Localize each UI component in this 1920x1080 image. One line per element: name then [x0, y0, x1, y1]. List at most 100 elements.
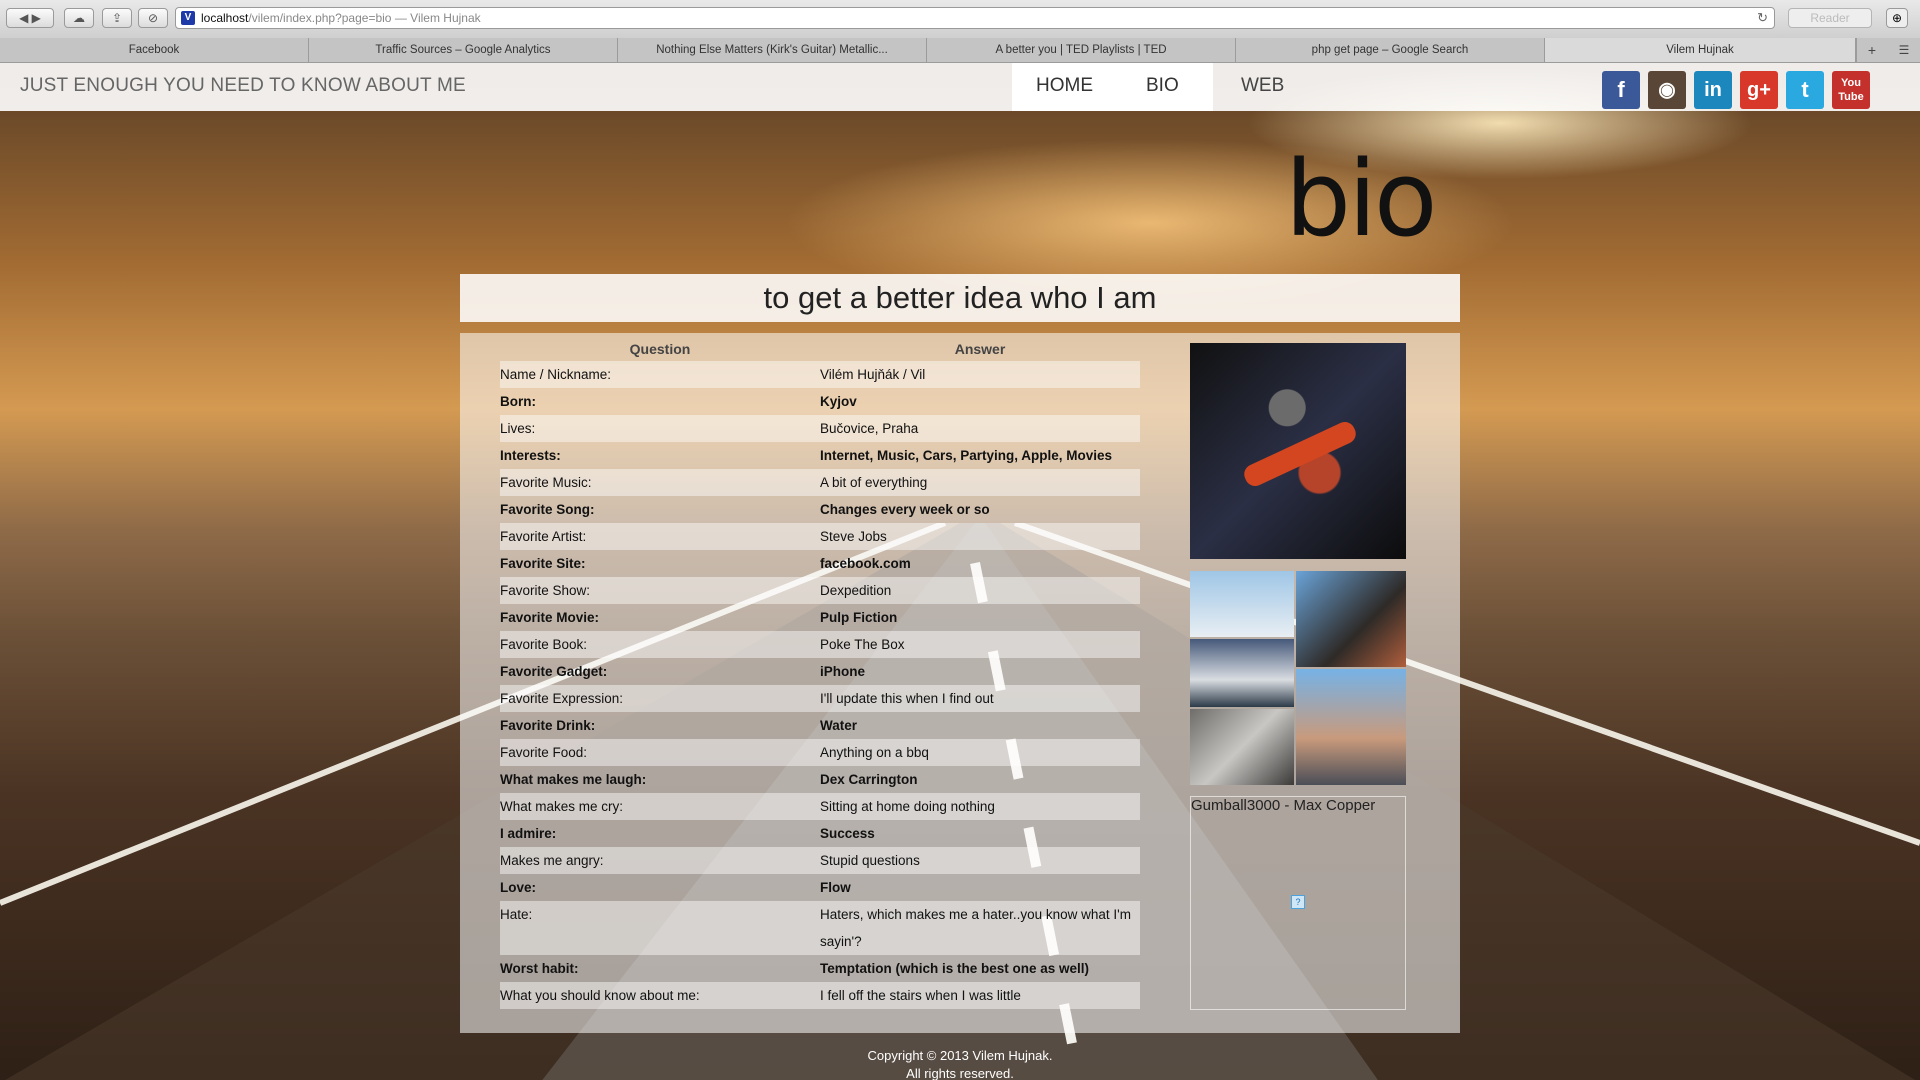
profile-photo[interactable]: [1190, 343, 1406, 559]
answer-cell: Internet, Music, Cars, Partying, Apple, …: [820, 448, 1113, 463]
browser-toolbar: ◀ ▶ ☁ ⇪ ⊘ V localhost/vilem/index.php?pa…: [0, 0, 1920, 39]
table-row: Favorite Music: A bit of everything: [500, 469, 1140, 496]
table-row: Favorite Site: facebook.com: [500, 550, 1140, 577]
answer-cell: Pulp Fiction: [820, 610, 898, 625]
question-cell: Born:: [500, 394, 536, 409]
rights-text: All rights reserved.: [906, 1066, 1014, 1080]
tab-metallica[interactable]: Nothing Else Matters (Kirk's Guitar) Met…: [618, 38, 927, 62]
instagram-icon[interactable]: ◉: [1648, 71, 1686, 109]
question-cell: Favorite Site:: [500, 556, 586, 571]
table-row: Worst habit: Temptation (which is the bes…: [500, 955, 1140, 982]
table-row: Makes me angry: Stupid questions: [500, 847, 1140, 874]
reload-icon[interactable]: ↻: [1757, 8, 1768, 28]
table-row: Interests: Internet, Music, Cars, Partyin…: [500, 442, 1140, 469]
tab-bar: Facebook Traffic Sources – Google Analyt…: [0, 38, 1920, 63]
tab-ted[interactable]: A better you | TED Playlists | TED: [927, 38, 1236, 62]
new-tab-button[interactable]: +: [1856, 38, 1887, 62]
tab-google-search[interactable]: php get page – Google Search: [1236, 38, 1545, 62]
youtube-icon[interactable]: You Tube: [1832, 71, 1870, 109]
question-cell: Hate:: [500, 901, 820, 955]
answer-cell: iPhone: [820, 664, 866, 679]
nav-web[interactable]: WEB: [1241, 75, 1284, 97]
answer-cell: Success: [820, 826, 875, 841]
answer-cell: Steve Jobs: [820, 523, 1140, 550]
nav-home[interactable]: HOME: [1036, 75, 1093, 97]
tab-overview-icon[interactable]: ☰: [1888, 38, 1920, 62]
guitar-shape: [1240, 418, 1360, 490]
bio-panel: Question Answer Name / Nickname: Vilém Hu…: [460, 333, 1460, 1033]
facebook-icon[interactable]: f: [1602, 71, 1640, 109]
reading-list-icon[interactable]: ⊘: [138, 8, 168, 28]
question-cell: Lives:: [500, 415, 820, 442]
nav-bio[interactable]: BIO: [1146, 75, 1179, 97]
back-forward-buttons[interactable]: ◀ ▶: [6, 8, 54, 28]
table-row: Lives: Bučovice, Praha: [500, 415, 1140, 442]
question-cell: Interests:: [500, 448, 561, 463]
table-row: Hate: Haters, which makes me a hater..you…: [500, 901, 1140, 955]
photo-climbing[interactable]: [1296, 571, 1406, 667]
column-header-answer: Answer: [954, 341, 1006, 357]
reader-button[interactable]: Reader: [1788, 8, 1872, 28]
table-row: Favorite Expression: I'll update this whe…: [500, 685, 1140, 712]
table-row: Favorite Food: Anything on a bbq: [500, 739, 1140, 766]
googleplus-icon[interactable]: g+: [1740, 71, 1778, 109]
tab-vilem-hujnak[interactable]: Vilem Hujnak: [1545, 38, 1856, 62]
question-cell: Favorite Book:: [500, 631, 820, 658]
question-cell: Favorite Food:: [500, 739, 820, 766]
photo-mountains[interactable]: [1190, 571, 1294, 637]
address-bar[interactable]: V localhost/vilem/index.php?page=bio — V…: [175, 7, 1775, 29]
question-cell: Favorite Artist:: [500, 523, 820, 550]
photo-rocks[interactable]: [1190, 709, 1294, 785]
table-row: What you should know about me: I fell off…: [500, 982, 1140, 1009]
table-row: Favorite Artist: Steve Jobs: [500, 523, 1140, 550]
footer: Copyright © 2013 Vilem Hujnak. All right…: [0, 1047, 1920, 1080]
video-embed[interactable]: Gumball3000 - Max Copper ?: [1190, 796, 1406, 1010]
answer-cell: Dex Carrington: [820, 772, 918, 787]
main-menu: HOME BIO: [1012, 63, 1213, 111]
table-row: Born: Kyjov: [500, 388, 1140, 415]
downloads-icon[interactable]: ⊕: [1886, 8, 1908, 28]
answer-cell: Poke The Box: [820, 631, 1140, 658]
table-row: Favorite Book: Poke The Box: [500, 631, 1140, 658]
answer-cell: Bučovice, Praha: [820, 415, 1140, 442]
photo-car[interactable]: [1190, 639, 1294, 707]
column-header-question: Question: [629, 341, 691, 357]
photo-summit[interactable]: [1296, 669, 1406, 785]
answer-cell: Changes every week or so: [820, 502, 990, 517]
question-cell: I admire:: [500, 826, 557, 841]
table-row: Favorite Gadget: iPhone: [500, 658, 1140, 685]
bio-table: Question Answer Name / Nickname: Vilém Hu…: [500, 337, 1140, 1009]
answer-cell: Sitting at home doing nothing: [820, 793, 1140, 820]
page-title: bio: [1285, 138, 1438, 260]
question-cell: What makes me laugh:: [500, 772, 647, 787]
question-cell: Favorite Song:: [500, 502, 595, 517]
table-row: Love: Flow: [500, 874, 1140, 901]
site-tagline: JUST ENOUGH YOU NEED TO KNOW ABOUT ME: [20, 75, 466, 96]
missing-plugin-icon[interactable]: ?: [1291, 895, 1305, 909]
photo-collage[interactable]: [1190, 571, 1406, 785]
icloud-icon[interactable]: ☁: [64, 8, 94, 28]
page-subtitle: to get a better idea who I am: [763, 280, 1157, 315]
tab-google-analytics[interactable]: Traffic Sources – Google Analytics: [309, 38, 618, 62]
answer-cell: Stupid questions: [820, 847, 1140, 874]
video-title: Gumball3000 - Max Copper: [1191, 797, 1376, 814]
table-row: Favorite Show: Dexpedition: [500, 577, 1140, 604]
table-row: What makes me laugh: Dex Carrington: [500, 766, 1140, 793]
linkedin-icon[interactable]: in: [1694, 71, 1732, 109]
answer-cell: Water: [820, 718, 858, 733]
twitter-icon[interactable]: t: [1786, 71, 1824, 109]
question-cell: Favorite Drink:: [500, 718, 596, 733]
tab-facebook[interactable]: Facebook: [0, 38, 309, 62]
question-cell: What you should know about me:: [500, 982, 820, 1009]
table-row: What makes me cry: Sitting at home doing …: [500, 793, 1140, 820]
url-text: localhost/vilem/index.php?page=bio — Vil…: [201, 11, 481, 25]
question-cell: Name / Nickname:: [500, 361, 820, 388]
answer-cell: Haters, which makes me a hater..you know…: [820, 901, 1140, 955]
answer-cell: Flow: [820, 880, 851, 895]
question-cell: Favorite Show:: [500, 577, 820, 604]
share-icon[interactable]: ⇪: [102, 8, 132, 28]
question-cell: Worst habit:: [500, 961, 579, 976]
answer-cell: Temptation (which is the best one as wel…: [820, 961, 1090, 976]
question-cell: Love:: [500, 880, 537, 895]
site-favicon: V: [181, 11, 195, 25]
